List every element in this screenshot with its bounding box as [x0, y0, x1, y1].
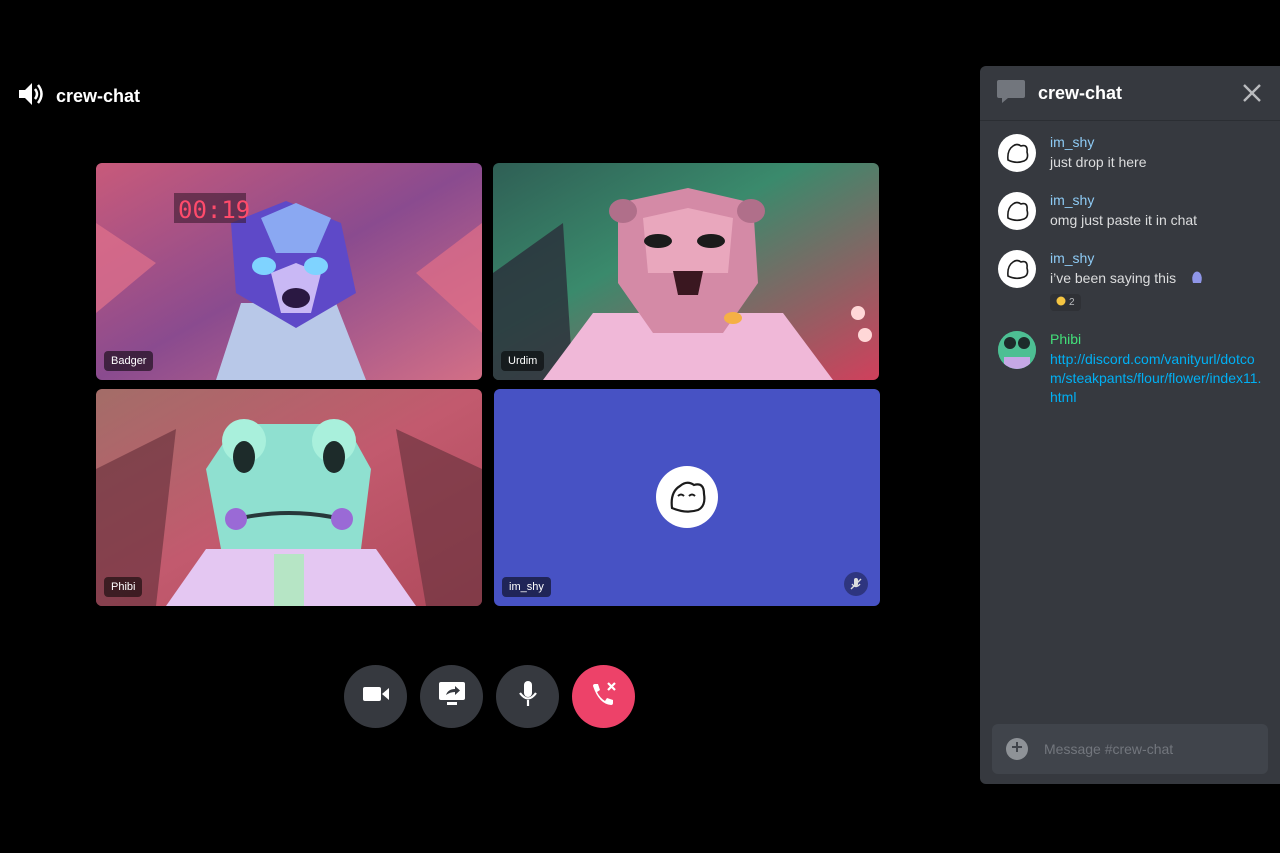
call-header: crew-chat: [16, 80, 140, 112]
phibi-video: [96, 389, 482, 606]
message-list: im_shy just drop it here im_shy omg just…: [980, 134, 1280, 427]
sticker-icon: [1190, 269, 1204, 290]
list-item: Phibi http://discord.com/vanityurl/dotco…: [980, 331, 1280, 407]
participant-name-badger: Badger: [104, 351, 154, 371]
video-tile-phibi[interactable]: Phibi: [96, 389, 482, 606]
avatar[interactable]: [998, 331, 1036, 369]
plus-icon: [1011, 740, 1023, 758]
message-composer: [992, 724, 1268, 774]
chat-title: crew-chat: [1038, 82, 1123, 103]
share-screen-button[interactable]: [420, 665, 483, 728]
close-icon[interactable]: [1240, 81, 1264, 105]
microphone-button[interactable]: [496, 665, 559, 728]
camera-button[interactable]: [344, 665, 407, 728]
muted-mic-icon: [844, 572, 868, 596]
chat-panel: crew-chat im_shy just drop it here im_sh…: [980, 66, 1280, 784]
call-controls: [344, 665, 635, 728]
add-attachment-button[interactable]: [1006, 738, 1028, 760]
message-author[interactable]: im_shy: [1050, 250, 1262, 266]
participant-name-im-shy: im_shy: [502, 577, 551, 597]
participant-name-urdim: Urdim: [501, 351, 545, 371]
emoji-icon: [1056, 296, 1066, 309]
list-item: im_shy just drop it here: [980, 134, 1280, 172]
message-text-content: i’ve been saying this: [1050, 270, 1177, 287]
urdim-video: [493, 163, 879, 380]
avatar: [656, 466, 718, 528]
badger-video: 00:19: [96, 163, 482, 380]
video-tile-im-shy[interactable]: im_shy: [494, 389, 880, 606]
avatar[interactable]: [998, 250, 1036, 288]
reaction-button[interactable]: 2: [1050, 294, 1081, 311]
list-item: im_shy omg just paste it in chat: [980, 192, 1280, 230]
end-call-button[interactable]: [572, 665, 635, 728]
video-tile-badger[interactable]: 00:19 Badger: [96, 163, 482, 380]
channel-title: crew-chat: [56, 85, 141, 106]
camera-icon: [362, 684, 390, 709]
message-text: omg just paste it in chat: [1050, 212, 1198, 228]
video-tile-urdim[interactable]: Urdim: [493, 163, 879, 380]
message-author[interactable]: Phibi: [1050, 331, 1262, 347]
svg-text:00:19: 00:19: [178, 196, 250, 224]
message-text: i’ve been saying this: [1050, 269, 1262, 290]
message-author[interactable]: im_shy: [1050, 134, 1262, 150]
chat-bubble-icon: [996, 78, 1026, 109]
avatar[interactable]: [998, 192, 1036, 230]
screen-share-icon: [438, 681, 466, 712]
reaction-count: 2: [1069, 297, 1075, 308]
message-author[interactable]: im_shy: [1050, 192, 1262, 208]
message-text: just drop it here: [1050, 154, 1147, 170]
avatar[interactable]: [998, 134, 1036, 172]
end-call-icon: [589, 680, 619, 713]
message-link[interactable]: http://discord.com/vanityurl/dotcom/stea…: [1050, 350, 1262, 407]
message-input[interactable]: [1042, 740, 1256, 758]
chat-header: crew-chat: [980, 66, 1280, 121]
list-item: im_shy i’ve been saying this 2: [980, 250, 1280, 311]
microphone-icon: [518, 680, 538, 713]
participant-name-phibi: Phibi: [104, 577, 143, 597]
speaker-icon: [16, 79, 46, 114]
